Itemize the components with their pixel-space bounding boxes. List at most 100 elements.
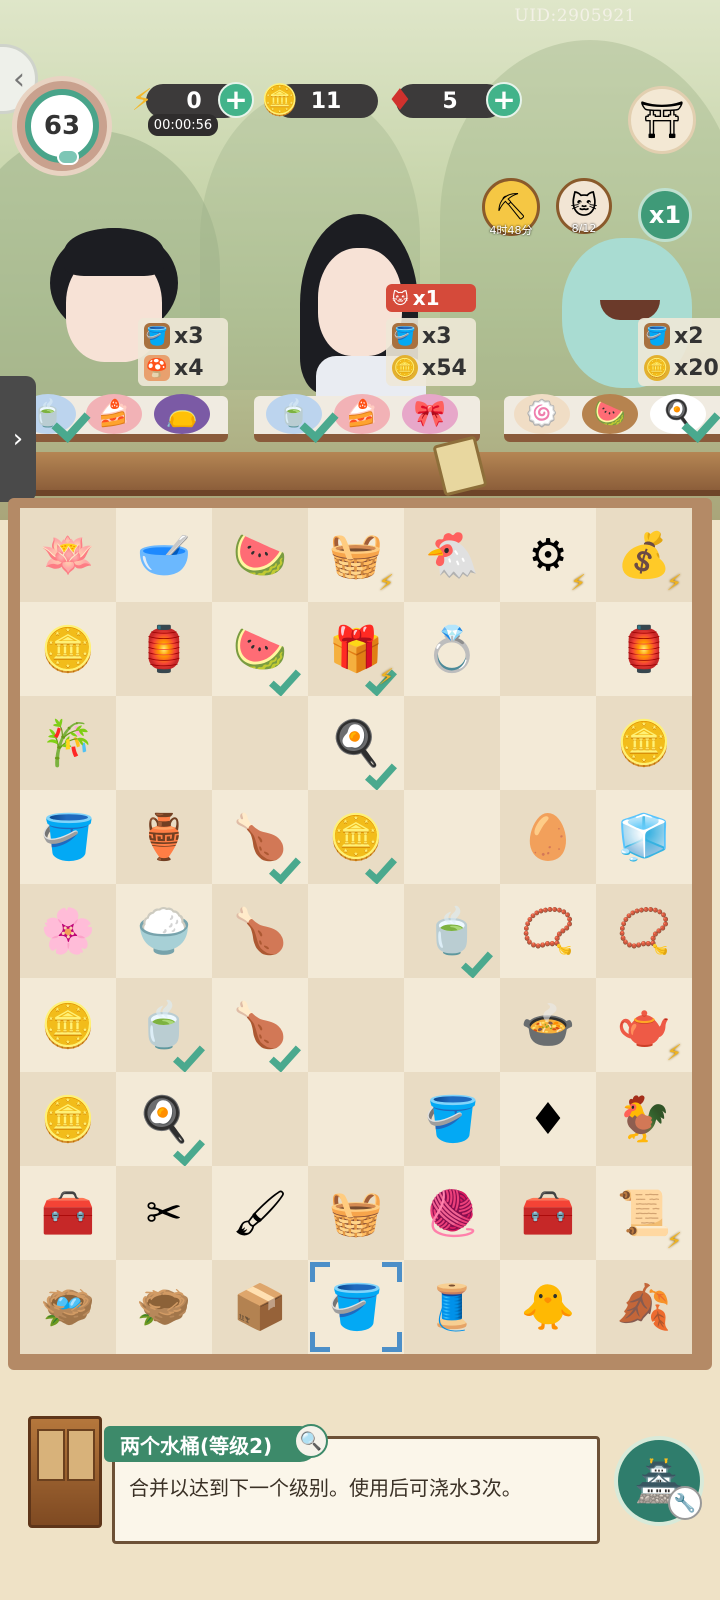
game-screen: UID:2905921 ‹ 63 0 ⚡ + 00:00:56 11 🪙 5 ♦… [0,0,720,1600]
board-item[interactable]: 🏺 [116,790,212,884]
board-item[interactable]: 🪺 [20,1260,116,1354]
coin-icon: 🪙 [261,82,299,118]
board-item[interactable]: 🪙 [20,978,116,1072]
board-item[interactable]: 🧊 [596,790,692,884]
board-item[interactable]: 🍚 [116,884,212,978]
board-item[interactable]: 🧶 [404,1166,500,1260]
board-item[interactable]: 🌸 [20,884,116,978]
board-item[interactable]: 🪙 [596,696,692,790]
board-empty-cell[interactable] [212,1072,308,1166]
board-item[interactable]: 🪙 [20,1072,116,1166]
side-panel-toggle[interactable]: › [0,376,36,502]
board-empty-cell[interactable] [500,696,596,790]
storage-cabinet-button[interactable] [28,1416,102,1528]
board-item[interactable]: 🍂 [596,1260,692,1354]
board-item-icon: 🪺 [40,1282,96,1333]
board-item[interactable]: 🍗 [212,978,308,1073]
board-empty-cell[interactable] [308,1072,404,1166]
board-empty-cell[interactable] [500,602,596,696]
board-item[interactable]: 🪷 [20,508,116,602]
board-item[interactable]: 🍗 [212,790,308,885]
add-energy-button[interactable]: + [218,82,254,118]
board-item[interactable]: 📿 [500,884,596,978]
request-count: x20 [674,355,719,381]
board-item-icon: ✂ [145,1187,183,1239]
board-item[interactable]: 🧵 [404,1260,500,1354]
board-empty-cell[interactable] [404,978,500,1072]
pavilion-action-button[interactable]: 🏯 🔧 [614,1436,704,1526]
board-empty-cell[interactable] [212,696,308,790]
board-item[interactable]: 🍗 [212,884,308,978]
board-item[interactable]: 🍵 [404,884,500,979]
board-item[interactable]: 🪙 [308,790,404,885]
board-item[interactable]: 🧰 [500,1166,596,1260]
board-item[interactable]: ✂ [116,1166,212,1260]
board-item[interactable]: 🥣 [116,508,212,602]
board-item-icon: 🍂 [616,1282,672,1333]
board-item[interactable]: 🪣 [404,1072,500,1166]
board-item-icon: 🧶 [424,1188,480,1239]
board-item[interactable]: 💰 ⚡ [596,508,692,602]
ruby-icon: ♦ [386,82,414,118]
board-item[interactable]: 🧺 [308,1166,404,1260]
add-gems-button[interactable]: + [486,82,522,118]
board-item[interactable]: 🎋 [20,696,116,790]
board-item[interactable]: 📜 ⚡ [596,1166,692,1260]
board-item[interactable]: 🫖 ⚡ [596,978,692,1072]
board-empty-cell[interactable] [116,696,212,790]
cat-face-icon: 🐱 [392,288,409,308]
board-empty-cell[interactable] [404,790,500,884]
bucket-icon: 🪣 [644,323,670,349]
board-item-icon: 🏺 [136,812,192,863]
board-item-icon: 📿 [520,906,576,957]
board-item-icon: 🧰 [520,1188,576,1239]
board-item[interactable]: 🍳 [308,696,404,791]
board-empty-cell[interactable] [404,696,500,790]
board-item[interactable]: 🧰 [20,1166,116,1260]
board-item[interactable]: 🖌 [212,1166,308,1260]
lightning-icon: ⚡ [666,571,682,596]
pink-cake-order: 🍰 [86,394,142,434]
board-empty-cell[interactable] [308,978,404,1072]
board-item[interactable]: 🍉 [212,602,308,697]
multiplier-button[interactable]: x1 [638,188,692,242]
bonus-tag: 🐱 x1 [386,284,476,312]
board-item-icon: 🥚 [520,812,576,863]
board-item[interactable]: 🍵 [116,978,212,1073]
coin-icon: 🪙 [644,355,670,381]
board-item[interactable]: 🍉 [212,508,308,602]
board-item[interactable]: 🪙 [20,602,116,696]
board-item-icon: 🍵 [136,1000,192,1051]
shop-pagoda-button[interactable]: ⛩ [628,86,696,154]
board-item[interactable]: 🎁 ⚡ [308,602,404,697]
board-item[interactable]: 🐥 [500,1260,596,1354]
board-item[interactable]: 💍 [404,602,500,696]
board-item[interactable]: 🥚 [500,790,596,884]
board-item-icon: 🪣 [328,1282,384,1333]
board-item[interactable]: 📿 [596,884,692,978]
board-item[interactable]: 🍳 [116,1072,212,1167]
cat-icon [57,149,79,165]
board-item-icon: ⚙ [528,529,568,581]
customer-request-panel: 🪣 x2 🪙 x20 [638,318,720,386]
board-item[interactable]: 🐓 [596,1072,692,1166]
board-item[interactable]: 🧺 ⚡ [308,508,404,602]
board-item[interactable]: 🐔 [404,508,500,602]
board-item[interactable]: ♦ [500,1072,596,1166]
board-item-icon: 🪣 [424,1094,480,1145]
board-item[interactable]: 🪹 [116,1260,212,1354]
board-item[interactable]: 🏮 [116,602,212,696]
board-item[interactable]: 🍲 [500,978,596,1072]
board-item[interactable]: 🪣 [308,1260,404,1354]
player-level-badge[interactable]: 63 [12,76,112,176]
board-item[interactable]: 🪣 [20,790,116,884]
request-count: x3 [174,323,204,349]
board-item[interactable]: ⚙ ⚡ [500,508,596,602]
bucket-icon: 🪣 [144,323,170,349]
board-item[interactable]: 📦 [212,1260,308,1354]
magnifier-icon[interactable]: 🔍 [294,1424,328,1458]
board-item-icon: 🪙 [616,718,672,769]
board-item[interactable]: 🏮 [596,602,692,696]
lightning-icon: ⚡ [666,1041,682,1066]
board-empty-cell[interactable] [308,884,404,978]
